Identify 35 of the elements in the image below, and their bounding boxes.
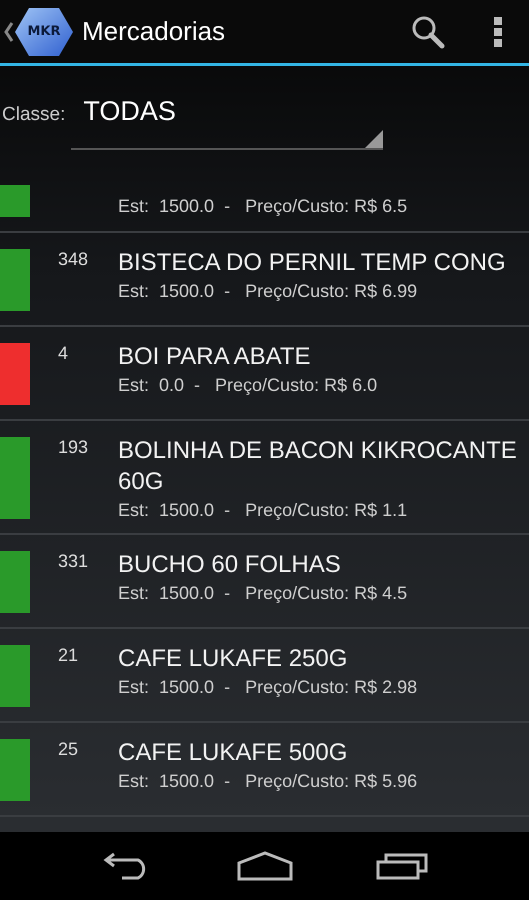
product-code: 331 <box>57 550 90 573</box>
up-button[interactable]: MKR <box>4 4 74 60</box>
product-code: 21 <box>57 644 80 667</box>
product-code: 25 <box>57 738 80 761</box>
product-row[interactable]: 331 BUCHO 60 FOLHAS Est: 1500.0 - Preço/Custo: R$ 4.5 <box>0 535 529 629</box>
stock-price-details: Est: 1500.0 - Preço/Custo: R$ 2.98 <box>118 676 418 699</box>
product-row[interactable]: 348 BISTECA DO PERNIL TEMP CONG Est: 1500.0 - Preço/Custo: R$ 6.99 <box>0 233 529 327</box>
product-name: BUCHO 60 FOLHAS <box>118 550 342 580</box>
product-row[interactable]: 21 CAFE LUKAFE 250G Est: 1500.0 - Preço/Custo: R$ 2.98 <box>0 629 529 723</box>
stock-price-details: Est: 1500.0 - Preço/Custo: R$ 1.1 <box>118 499 408 522</box>
product-row[interactable]: 193 BOLINHA DE BACON KIKROCANTE 60G Est: 1500.0 - Preço/Custo: R$ 1.1 <box>0 421 529 535</box>
stock-price-details: Est: 1500.0 - Preço/Custo: R$ 6.99 <box>118 280 418 303</box>
product-code: 348 <box>57 248 90 271</box>
product-row[interactable]: Est: 1500.0 - Preço/Custo: R$ 6.5 <box>0 167 529 233</box>
product-row[interactable]: 4 BOI PARA ABATE Est: 0.0 - Preço/Custo: R$ 6.0 <box>0 327 529 421</box>
stock-price-details: Est: 1500.0 - Preço/Custo: R$ 5.96 <box>118 770 418 793</box>
dropdown-corner-icon <box>365 130 384 148</box>
home-icon[interactable] <box>236 851 292 881</box>
product-name: BISTECA DO PERNIL TEMP CONG <box>118 248 506 278</box>
recent-apps-icon[interactable] <box>376 852 428 880</box>
app-logo: MKR <box>14 6 74 58</box>
stock-price-details: Est: 1500.0 - Preço/Custo: R$ 6.5 <box>118 195 408 218</box>
product-name: CAFE LUKAFE 250G <box>118 644 348 674</box>
class-dropdown[interactable]: TODAS <box>71 96 384 150</box>
product-name: BOI PARA ABATE <box>118 342 312 372</box>
product-name: BOLINHA DE BACON KIKROCANTE 60G <box>118 436 518 497</box>
product-code: 193 <box>57 436 90 459</box>
product-name: CAFE LUKAFE 500G <box>118 738 348 768</box>
class-label: Classe: <box>2 104 66 126</box>
product-row[interactable]: 25 CAFE LUKAFE 500G Est: 1500.0 - Preço/Custo: R$ 5.96 <box>0 723 529 817</box>
product-code: 4 <box>57 342 70 365</box>
stock-price-details: Est: 0.0 - Preço/Custo: R$ 6.0 <box>118 374 378 397</box>
stock-price-details: Est: 1500.0 - Preço/Custo: R$ 4.5 <box>118 582 408 605</box>
screen-title: Mercadorias <box>82 16 226 47</box>
back-chevron-icon <box>4 20 14 42</box>
